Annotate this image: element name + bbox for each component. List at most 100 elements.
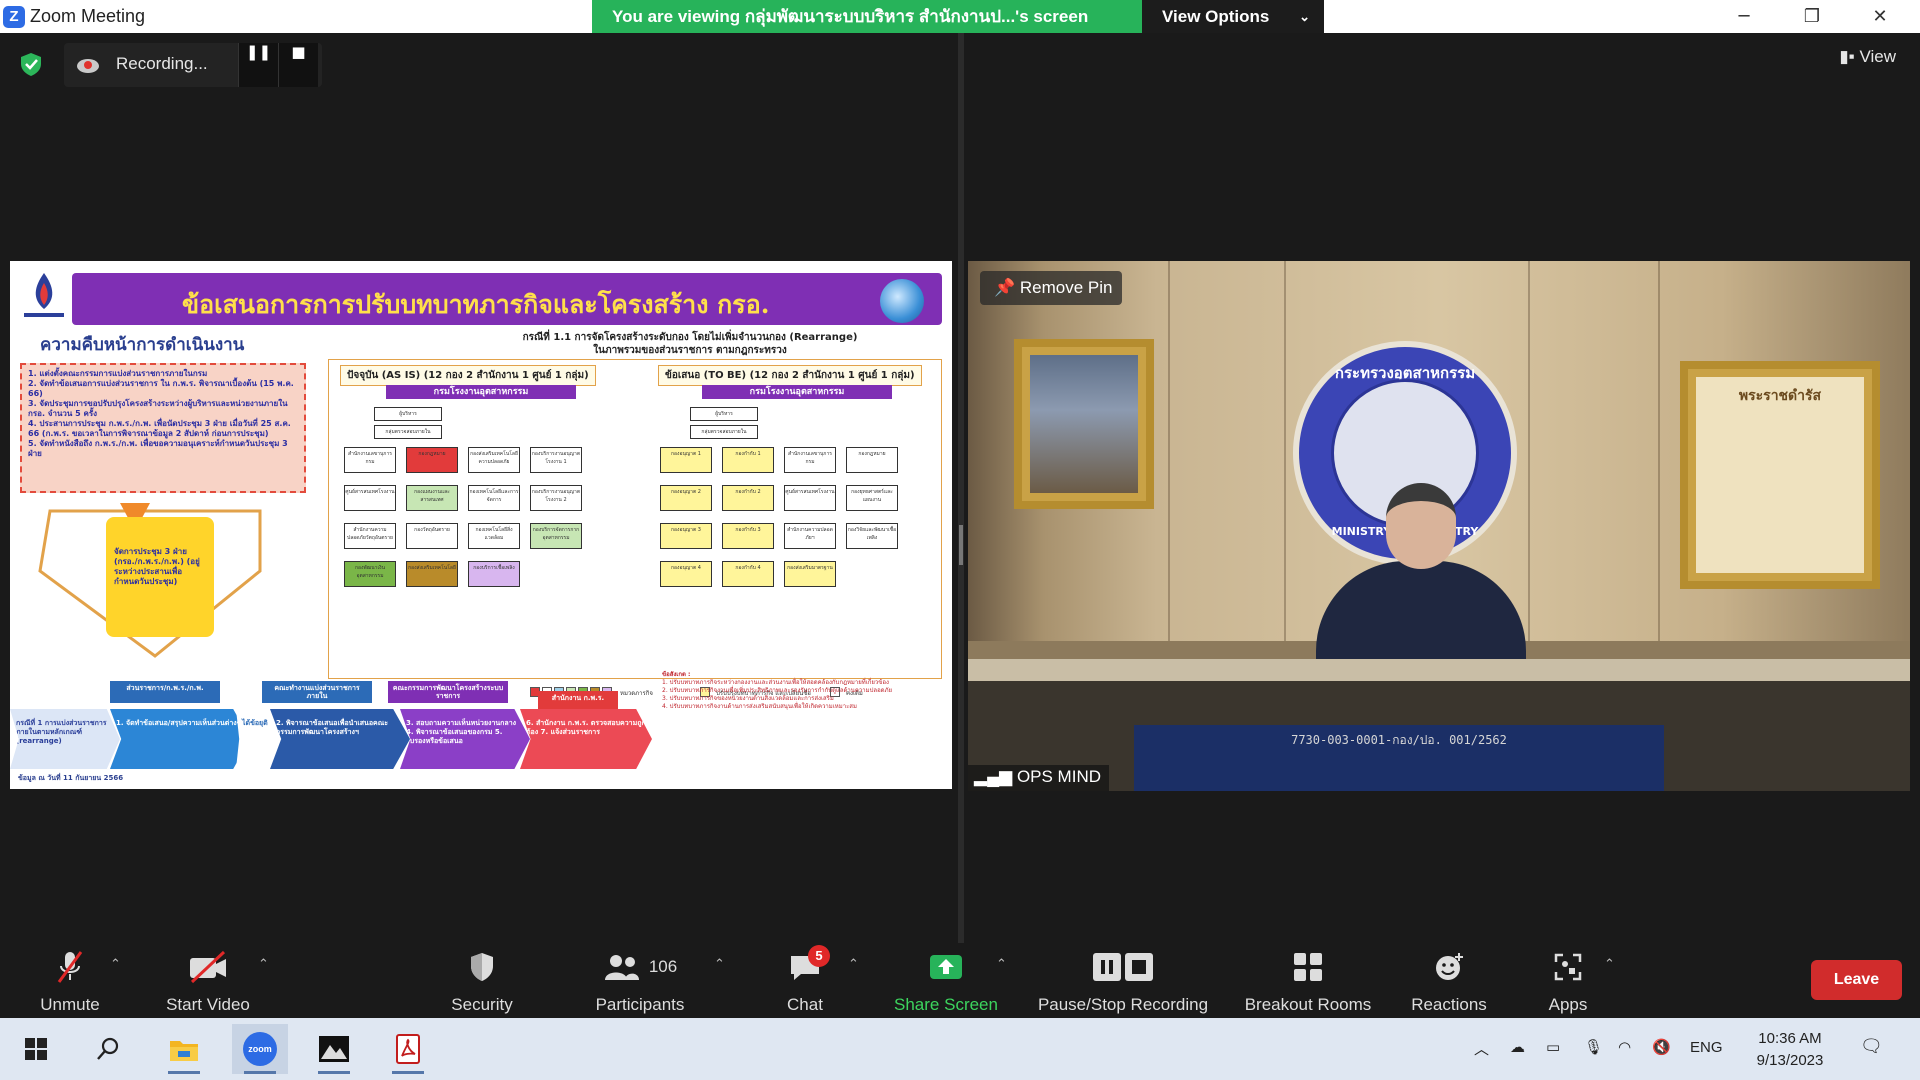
royal-speech-frame: พระราชดำรัส	[1680, 361, 1880, 589]
apps-button[interactable]: Apps	[1536, 949, 1600, 1015]
remark-item: 1. ปรับบทบาทภารกิจระหว่างกองงานและส่วนงา…	[662, 679, 889, 686]
divider-handle[interactable]	[959, 525, 963, 565]
org-chart-box: กองยุทธศาสตร์และแผนงาน	[846, 485, 898, 511]
remarks-block: ข้อสังเกต : 1. ปรับบทบาทภารกิจระหว่างกอง…	[662, 671, 948, 711]
breakout-rooms-label: Breakout Rooms	[1244, 995, 1372, 1014]
zoom-app-icon: zoom	[243, 1032, 277, 1066]
view-options-label: View Options	[1162, 7, 1270, 26]
start-video-label: Start Video	[166, 995, 250, 1014]
apps-options-caret[interactable]: ⌃	[1604, 957, 1615, 972]
photos-taskbar-button[interactable]	[306, 1024, 362, 1074]
start-video-button[interactable]: Start Video	[152, 949, 264, 1015]
leave-meeting-button[interactable]: Leave	[1811, 960, 1902, 1000]
start-button[interactable]	[8, 1024, 64, 1074]
video-options-caret[interactable]: ⌃	[258, 957, 269, 972]
remark-item: 2. ปรับบทบาทภารกิจงานเพื่อเพิ่มประสิทธิภ…	[662, 687, 893, 694]
globe-icon	[880, 279, 924, 323]
org-chart-box: ศูนย์สารสนเทศโรงงาน	[784, 485, 836, 511]
chat-options-caret[interactable]: ⌃	[848, 957, 859, 972]
process-stage: 6. สำนักงาน ก.พ.ร. ตรวจสอบความถูกต้อง 7.…	[520, 709, 652, 769]
running-indicator	[168, 1071, 200, 1074]
pin-icon: 📌	[994, 278, 1016, 297]
tray-overflow-chevron-icon[interactable]: ︿	[1474, 1038, 1489, 1059]
share-screen-icon	[930, 955, 962, 979]
participants-options-caret[interactable]: ⌃	[714, 957, 725, 972]
legend-task-label: หมวดภารกิจ	[620, 690, 653, 697]
pdf-reader-taskbar-button[interactable]	[380, 1024, 436, 1074]
running-indicator	[392, 1071, 424, 1074]
to-be-label: ข้อเสนอ (TO BE) (12 กอง 2 สำนักงาน 1 ศูน…	[658, 365, 922, 386]
org-chart-box: สำนักงานเลขานุการกรม	[344, 447, 396, 473]
remove-pin-button[interactable]: 📌 Remove Pin	[980, 271, 1122, 305]
org-chart-box: กลุ่มตรวจสอบภายใน	[690, 425, 758, 439]
note-item: 4. ประสานการประชุม ก.พ.ร./ก.พ. เพื่อนัดป…	[28, 419, 291, 438]
remarks-title: ข้อสังเกต :	[662, 671, 691, 678]
org-chart-box: กองเทคโนโลยีและการจัดการ	[468, 485, 520, 511]
photo-viewer-icon	[319, 1036, 349, 1062]
security-label: Security	[451, 995, 513, 1014]
org-chart-box: กองพัฒนาเงิน อุตสาหกรรม	[344, 561, 396, 587]
stop-recording-button[interactable]: ■	[278, 43, 318, 87]
table-plate-text: 7730-003-0001-กอง/ปอ. 001/2562	[1291, 733, 1507, 747]
participants-icon	[604, 955, 639, 980]
wall-panel-line	[1658, 261, 1660, 641]
meeting-toolbar: Unmute ⌃ Start Video ⌃ Security 106 Part…	[0, 943, 1920, 1018]
close-button[interactable]: ✕	[1846, 0, 1914, 33]
pause-stop-recording-button[interactable]: Pause/Stop Recording	[1030, 949, 1216, 1015]
volume-muted-icon[interactable]: 🔇	[1652, 1038, 1671, 1056]
reactions-smiley-icon	[1436, 953, 1463, 980]
org-chart-box: ผู้บริหาร	[374, 407, 442, 421]
org-chart-box: สำนักงานความปลอดภัยวัตถุอันตราย	[344, 523, 396, 549]
zoom-logo-icon: Z	[3, 6, 25, 28]
reactions-label: Reactions	[1411, 995, 1487, 1014]
file-explorer-button[interactable]	[156, 1024, 212, 1074]
breakout-rooms-button[interactable]: Breakout Rooms	[1238, 949, 1378, 1015]
participants-label: Participants	[595, 995, 685, 1014]
participant-name-tag: ▂▄▆ OPS MIND	[968, 765, 1109, 791]
org-chart-box: กองอนุญาต 4	[660, 561, 712, 587]
running-indicator	[318, 1071, 350, 1074]
chat-unread-badge: 5	[808, 945, 830, 967]
apps-icon	[1554, 953, 1582, 981]
view-options-button[interactable]: View Options ⌄	[1142, 0, 1324, 33]
onedrive-error-icon[interactable]: ☁	[1510, 1038, 1525, 1056]
slide-source-date: ข้อมูล ณ วันที่ 11 กันยายน 2566	[18, 774, 124, 782]
share-screen-label: Share Screen	[894, 995, 998, 1014]
system-clock[interactable]: 10:36 AM 9/13/2023	[1748, 1028, 1832, 1072]
org-chart-box: กองอนุญาต 3	[660, 523, 712, 549]
input-language[interactable]: ENG	[1690, 1039, 1723, 1056]
pinned-video-tile[interactable]: พระราชดำรัส กระทรวงอุตสาหกรรม MINISTRY O…	[968, 261, 1910, 791]
windows-taskbar: zoom ︿ ☁ ▭ 🎙 ◠ 🔇 ENG 10:36 AM 9/13/2023 …	[0, 1018, 1920, 1080]
participants-button[interactable]: 106 Participants	[588, 949, 692, 1015]
share-screen-button[interactable]: Share Screen	[890, 949, 1002, 1015]
unmute-button[interactable]: Unmute	[28, 949, 112, 1015]
wifi-icon[interactable]: ◠	[1618, 1038, 1631, 1056]
security-button[interactable]: Security	[440, 949, 524, 1015]
minimize-button[interactable]: ─	[1710, 0, 1778, 33]
restore-button[interactable]: ❐	[1778, 0, 1846, 33]
encryption-shield-icon[interactable]	[18, 51, 44, 77]
running-indicator	[244, 1071, 276, 1074]
windows-logo-icon	[25, 1038, 47, 1060]
org-chart-box: กองกฎหมาย	[406, 447, 458, 473]
org-chart-box: กองเทคโนโลยีสิ่งแวดล้อม	[468, 523, 520, 549]
process-stage: 1. จัดทำข้อเสนอ/สรุปความเห็นส่วนต่างๆ	[110, 709, 250, 769]
unmute-label: Unmute	[40, 995, 100, 1014]
signal-bars-icon: ▂▄▆	[974, 767, 1013, 786]
chat-button[interactable]: 5 Chat	[780, 945, 830, 1015]
pause-recording-button[interactable]: ❚❚	[238, 43, 278, 87]
battery-icon[interactable]: ▭	[1546, 1038, 1560, 1056]
process-stage: 2. พิจารณาข้อเสนอเพื่อนำเสนอคณะกรรมการพั…	[270, 709, 410, 769]
notification-center-icon[interactable]: 🗨	[1860, 1036, 1883, 1057]
reactions-button[interactable]: Reactions	[1404, 949, 1494, 1015]
audio-options-caret[interactable]: ⌃	[110, 957, 121, 972]
apps-label: Apps	[1548, 995, 1588, 1014]
org-chart-box: ผู้บริหาร	[690, 407, 758, 421]
search-icon	[97, 1037, 119, 1060]
view-layout-button[interactable]: ▮▪ View	[1839, 47, 1896, 67]
search-button[interactable]	[80, 1024, 136, 1074]
zoom-taskbar-button[interactable]: zoom	[232, 1024, 288, 1074]
microphone-tray-icon[interactable]: 🎙	[1584, 1038, 1603, 1056]
split-divider[interactable]	[958, 33, 964, 943]
share-options-caret[interactable]: ⌃	[996, 957, 1007, 972]
